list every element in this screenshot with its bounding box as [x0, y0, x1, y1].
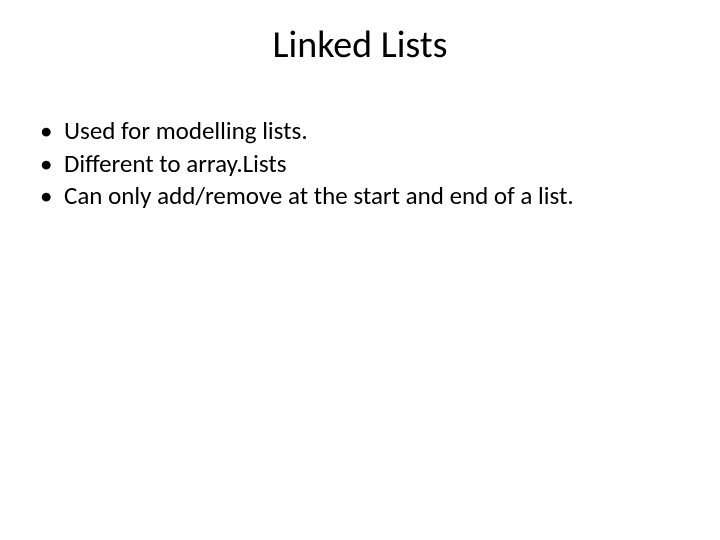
list-item: Can only add/remove at the start and end… [28, 181, 692, 212]
bullet-list: Used for modelling lists. Different to a… [28, 116, 692, 212]
list-item: Used for modelling lists. [28, 116, 692, 147]
list-item: Different to array.Lists [28, 149, 692, 180]
slide-title: Linked Lists [0, 0, 720, 78]
slide: Linked Lists Used for modelling lists. D… [0, 0, 720, 540]
slide-body: Used for modelling lists. Different to a… [0, 78, 720, 212]
